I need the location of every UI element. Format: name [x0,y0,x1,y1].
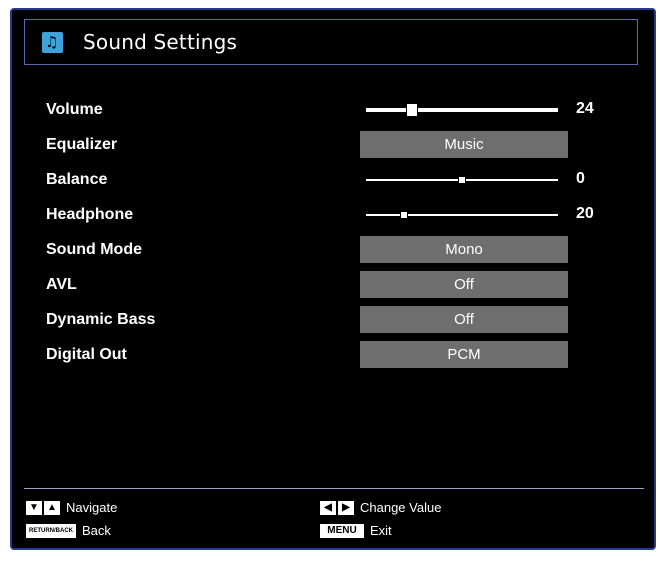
help-navigate: ▼ ▲ Navigate [26,500,117,515]
settings-list: Volume 24 Equalizer Music Balance 0 Head… [46,92,606,372]
slider-knob[interactable] [458,176,466,184]
setting-label: AVL [46,275,77,293]
return-back-key-icon: RETURN/BACK [26,523,76,538]
setting-row-balance[interactable]: Balance 0 [46,162,606,197]
headphone-slider[interactable] [366,211,558,219]
slider-knob[interactable] [400,211,409,219]
footer-divider [24,488,644,489]
arrow-left-icon: ◀ [320,500,336,515]
avl-value[interactable]: Off [360,271,568,298]
setting-label: Balance [46,170,108,188]
title-bar: ♫ Sound Settings [24,19,638,65]
setting-row-avl[interactable]: AVL Off [46,267,606,302]
help-change-value: ◀ ▶ Change Value [320,500,441,515]
balance-slider[interactable] [366,176,558,184]
sound-mode-value[interactable]: Mono [360,236,568,263]
setting-label: Equalizer [46,135,118,153]
help-label: Back [82,523,111,538]
arrow-up-icon: ▲ [44,500,60,515]
help-label: Change Value [360,500,442,515]
dynamic-bass-value[interactable]: Off [360,306,568,333]
setting-label: Digital Out [46,345,127,363]
music-note-icon: ♫ [42,31,63,53]
setting-value: 24 [576,100,594,117]
setting-row-digital-out[interactable]: Digital Out PCM [46,337,606,372]
help-label: Navigate [66,500,118,515]
help-back: RETURN/BACK Back [26,523,111,538]
slider-knob[interactable] [406,103,419,117]
setting-label: Headphone [46,205,134,223]
arrow-right-icon: ▶ [338,500,354,515]
arrow-down-icon: ▼ [26,500,42,515]
menu-key-icon: MENU [320,523,364,538]
setting-label: Dynamic Bass [46,310,156,328]
setting-row-headphone[interactable]: Headphone 20 [46,197,606,232]
volume-slider[interactable] [366,103,558,117]
equalizer-value[interactable]: Music [360,131,568,158]
setting-value: 20 [576,205,594,222]
tv-menu-panel: ♫ Sound Settings Volume 24 Equalizer Mus… [10,8,656,550]
digital-out-value[interactable]: PCM [360,341,568,368]
setting-row-dynamic-bass[interactable]: Dynamic Bass Off [46,302,606,337]
setting-label: Sound Mode [46,240,142,258]
setting-row-sound-mode[interactable]: Sound Mode Mono [46,232,606,267]
setting-row-volume[interactable]: Volume 24 [46,92,606,127]
setting-row-equalizer[interactable]: Equalizer Music [46,127,606,162]
page-title: Sound Settings [83,30,238,54]
setting-label: Volume [46,100,103,118]
help-exit: MENU Exit [320,523,392,538]
help-label: Exit [370,523,392,538]
setting-value: 0 [576,170,585,187]
